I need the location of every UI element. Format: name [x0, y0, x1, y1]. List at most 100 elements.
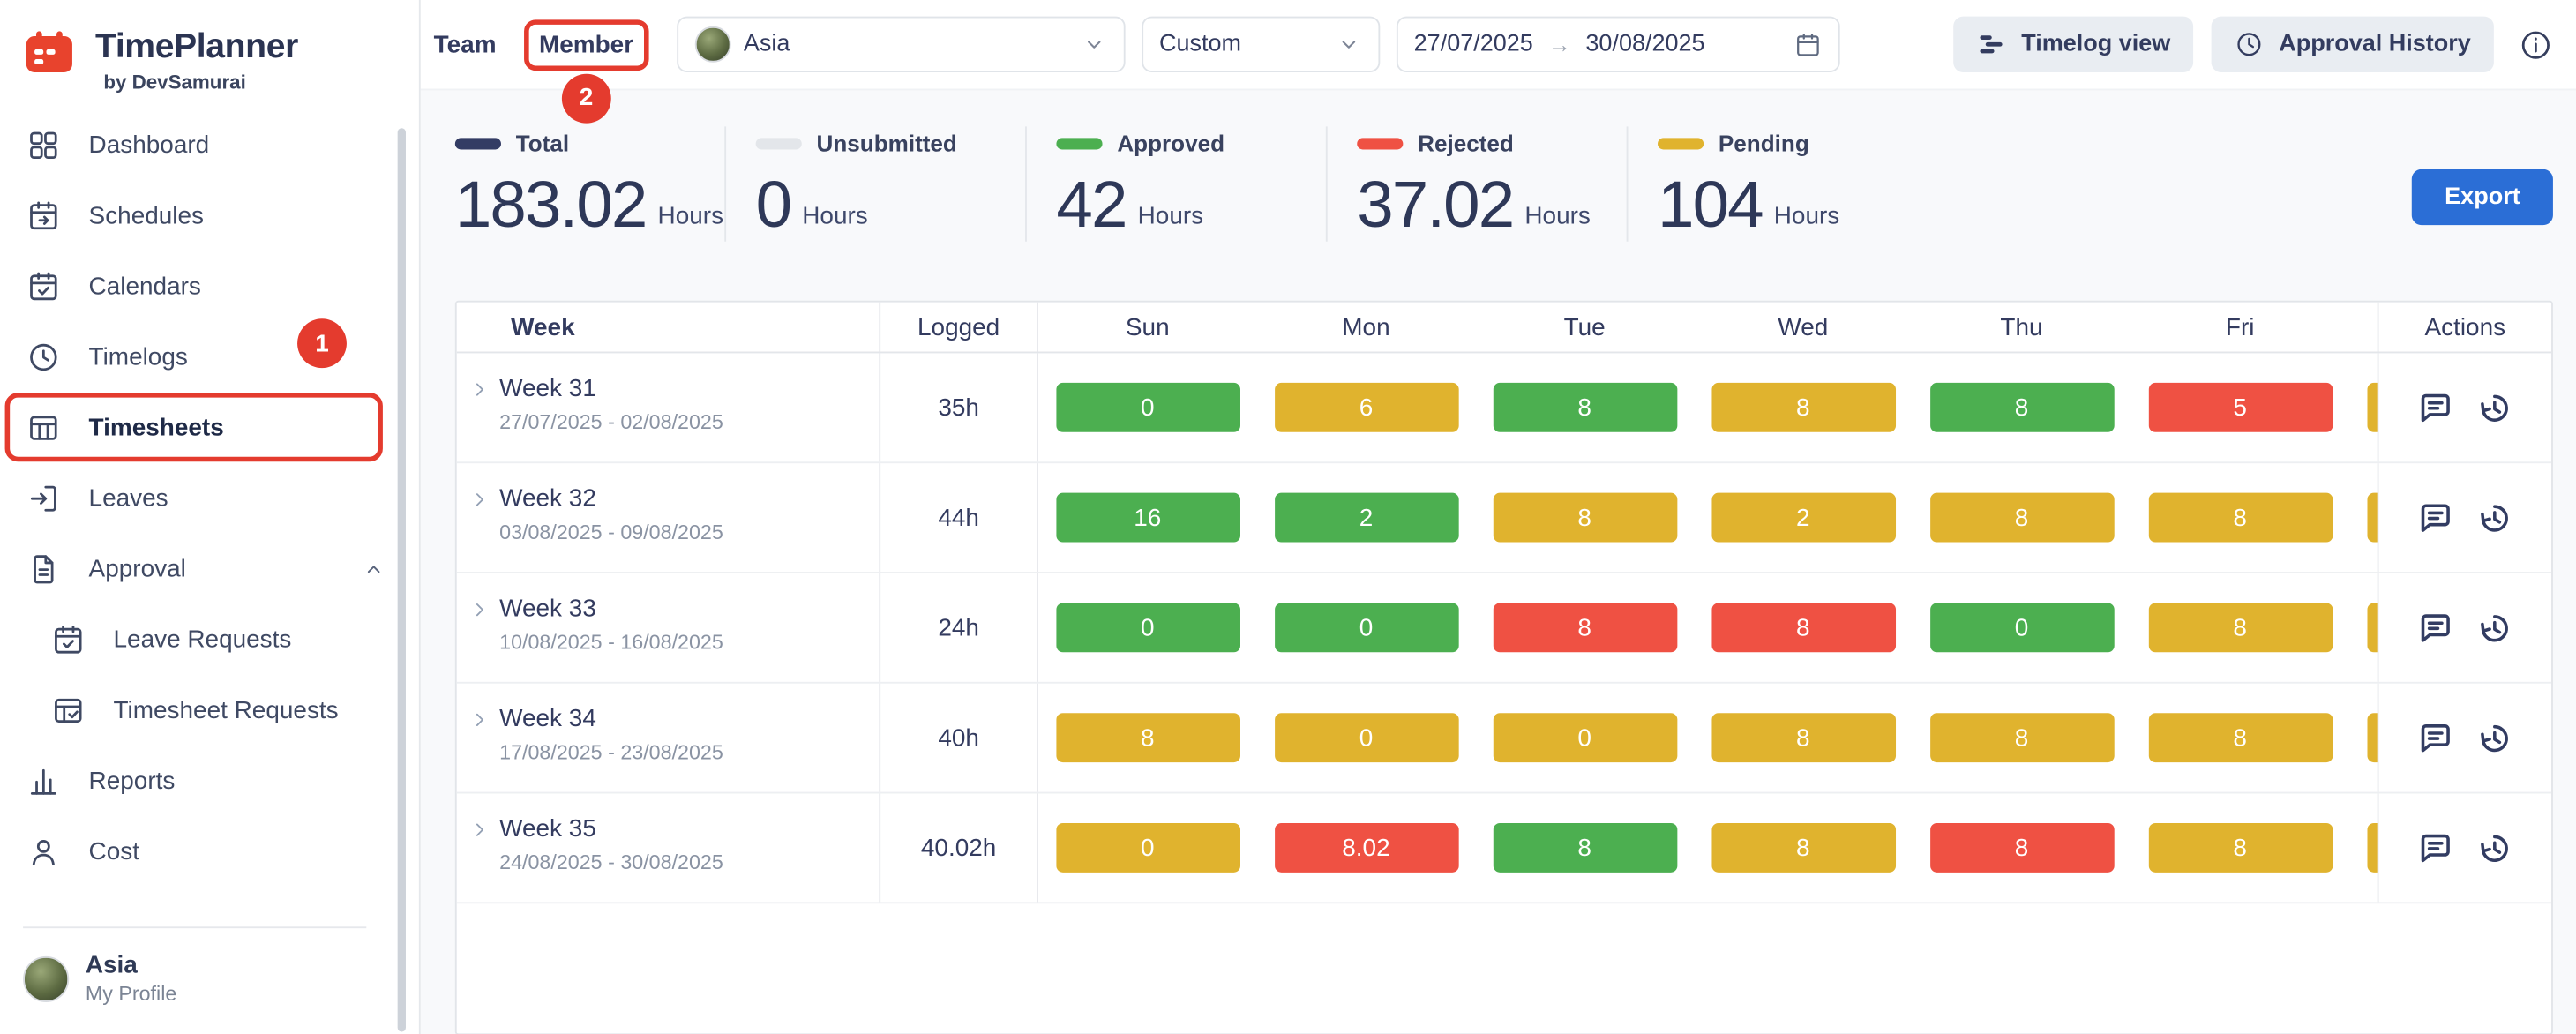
hours-bar-pending[interactable]	[2367, 603, 2379, 652]
comment-button[interactable]	[2416, 498, 2454, 536]
member-avatar	[694, 26, 730, 63]
comment-icon	[2416, 829, 2454, 867]
hours-bar-approved[interactable]: 2	[1274, 493, 1458, 543]
hours-bar-pending[interactable]	[2367, 493, 2379, 543]
date-range-arrow: →	[1548, 31, 1571, 57]
date-range-preset-select[interactable]: Custom	[1142, 17, 1380, 72]
hours-bar-pending[interactable]	[2367, 383, 2379, 432]
stats-row: Total183.02HoursUnsubmitted0HoursApprove…	[455, 126, 1928, 241]
day-cell	[2349, 353, 2379, 461]
hours-bar-pending[interactable]: 8	[1055, 713, 1239, 762]
week-label: Week 33	[499, 595, 723, 625]
app-brand: TimePlanner by DevSamurai	[0, 0, 419, 103]
hours-bar-pending[interactable]: 8	[2148, 493, 2333, 543]
logged-hours: 40.02h	[880, 793, 1038, 902]
topbar-actions: Timelog view Approval History	[1954, 17, 2553, 72]
hours-bar-pending[interactable]: 8	[2148, 823, 2333, 873]
sidebar-item-approval[interactable]: Approval	[0, 534, 419, 604]
tab-team[interactable]: Team	[434, 30, 497, 58]
hours-bar-pending[interactable]: 6	[1274, 383, 1458, 432]
hours-bar-rejected[interactable]: 8	[1493, 603, 1677, 652]
hours-bar-approved[interactable]: 0	[1929, 603, 2114, 652]
sidebar-item-calendars[interactable]: Calendars	[0, 251, 419, 322]
hours-bar-pending[interactable]: 8	[1493, 493, 1677, 543]
day-cell: 8	[1475, 353, 1694, 461]
comment-button[interactable]	[2416, 388, 2454, 426]
hours-bar-approved[interactable]: 0	[1055, 383, 1239, 432]
profile[interactable]: Asia My Profile	[0, 928, 419, 1034]
main-content: Team Member2 Asia Custom 27/07/2025 → 30/…	[421, 0, 2576, 1034]
approval-history-button[interactable]: Approval History	[2212, 17, 2494, 72]
day-cell: 8	[1038, 684, 1257, 792]
sidebar-item-cost[interactable]: Cost	[0, 817, 419, 888]
sidebar-scrollbar[interactable]	[398, 128, 406, 1031]
comment-button[interactable]	[2416, 829, 2454, 867]
hours-bar-approved[interactable]: 0	[1274, 603, 1458, 652]
stat-color-dash	[455, 137, 501, 148]
date-range-input[interactable]: 27/07/2025 → 30/08/2025	[1396, 17, 1839, 72]
col-header-day: Mon	[1257, 303, 1476, 352]
week-date-range: 10/08/2025 - 16/08/2025	[499, 631, 723, 654]
history-icon	[2475, 498, 2513, 536]
sidebar-item-timelogs[interactable]: Timelogs	[0, 322, 419, 393]
hours-bar-pending[interactable]: 8	[1711, 713, 1896, 762]
hours-bar-pending[interactable]: 8	[1711, 383, 1896, 432]
hours-bar-pending[interactable]: 8	[1929, 493, 2114, 543]
table-header: WeekLoggedSunMonTueWedThuFriActions	[457, 303, 2551, 354]
sidebar-item-dashboard[interactable]: Dashboard	[0, 110, 419, 181]
hours-bar-pending[interactable]: 0	[1055, 823, 1239, 873]
history-button[interactable]	[2475, 719, 2513, 757]
hours-bar-approved[interactable]: 16	[1055, 493, 1239, 543]
hours-bar-approved[interactable]: 0	[1055, 603, 1239, 652]
sidebar-item-schedules[interactable]: Schedules	[0, 181, 419, 251]
stat-color-dash	[1056, 137, 1102, 148]
hours-bar-pending[interactable]: 0	[1274, 713, 1458, 762]
history-button[interactable]	[2475, 609, 2513, 647]
profile-text: Asia My Profile	[86, 951, 177, 1005]
member-select[interactable]: Asia	[677, 17, 1125, 72]
stat-head: Total	[455, 130, 724, 156]
stat-color-dash	[1357, 137, 1403, 148]
hours-bar-approved[interactable]: 8	[1493, 383, 1677, 432]
sidebar-item-timesheets[interactable]: Timesheets1	[0, 393, 419, 463]
comment-button[interactable]	[2416, 719, 2454, 757]
hours-bar-pending[interactable]	[2367, 823, 2379, 873]
day-cell: 8	[1694, 684, 1913, 792]
hours-bar-pending[interactable]: 8	[1711, 823, 1896, 873]
history-icon	[2475, 609, 2513, 647]
history-button[interactable]	[2475, 829, 2513, 867]
table-header-row: WeekLoggedSunMonTueWedThuFriActions	[457, 303, 2551, 354]
hours-bar-pending[interactable]	[2367, 713, 2379, 762]
sidebar-item-timesheet-requests[interactable]: Timesheet Requests	[0, 675, 419, 746]
hours-bar-pending[interactable]: 2	[1711, 493, 1896, 543]
hours-bar-rejected[interactable]: 8	[1711, 603, 1896, 652]
hours-bar-pending[interactable]: 8	[2148, 713, 2333, 762]
hours-bar-pending[interactable]: 8	[2148, 603, 2333, 652]
tab-member[interactable]: Member2	[539, 30, 633, 58]
sidebar-item-leave-requests[interactable]: Leave Requests	[0, 604, 419, 675]
history-icon	[2475, 388, 2513, 426]
info-icon[interactable]	[2519, 27, 2553, 62]
hours-bar-pending[interactable]: 8	[1929, 713, 2114, 762]
history-button[interactable]	[2475, 498, 2513, 536]
export-button[interactable]: Export	[2412, 169, 2553, 225]
sidebar-item-leaves[interactable]: Leaves	[0, 463, 419, 534]
hours-bar-approved[interactable]: 8	[1493, 823, 1677, 873]
week-text: Week 3524/08/2025 - 30/08/2025	[499, 815, 723, 874]
hours-bar-rejected[interactable]: 8.02	[1274, 823, 1458, 873]
history-button[interactable]	[2475, 388, 2513, 426]
timelog-view-button[interactable]: Timelog view	[1954, 17, 2194, 72]
hours-bar-pending[interactable]: 0	[1493, 713, 1677, 762]
sidebar-item-reports[interactable]: Reports	[0, 746, 419, 816]
day-cell: 8	[1913, 463, 2131, 572]
chevron-right-icon	[468, 488, 491, 511]
hours-bar-approved[interactable]: 8	[1929, 383, 2114, 432]
app-brand-text: TimePlanner by DevSamurai	[95, 28, 298, 94]
week-cell: Week 3127/07/2025 - 02/08/2025	[457, 353, 880, 461]
comment-button[interactable]	[2416, 609, 2454, 647]
day-cells: 800888	[1038, 684, 2379, 792]
timelog-view-label: Timelog view	[2021, 31, 2170, 57]
hours-bar-rejected[interactable]: 5	[2148, 383, 2333, 432]
hours-bar-rejected[interactable]: 8	[1929, 823, 2114, 873]
col-header-days: SunMonTueWedThuFri	[1038, 303, 2379, 352]
